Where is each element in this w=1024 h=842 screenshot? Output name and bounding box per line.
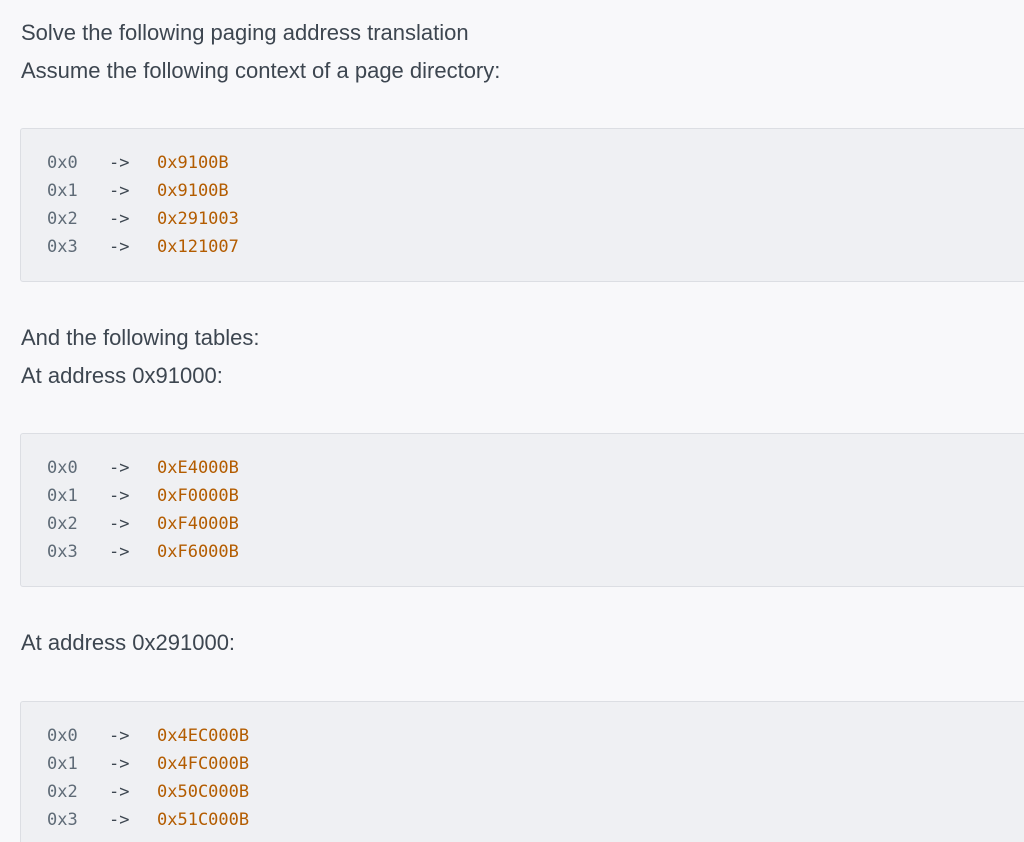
entry-index: 0x3 (47, 810, 78, 830)
entry-value: 0x4EC000B (157, 726, 250, 746)
entry-index: 0x3 (47, 237, 78, 257)
table1-code-block: 0x0 -> 0xE4000B 0x1 -> 0xF0000B 0x2 -> 0… (20, 433, 1024, 587)
entry-index: 0x0 (47, 458, 78, 478)
entry-arrow: -> (109, 486, 130, 506)
entry-index: 0x0 (47, 726, 78, 746)
entry-arrow: -> (109, 181, 130, 201)
table1-heading: At address 0x91000: (21, 363, 223, 388)
entry-arrow: -> (109, 237, 130, 257)
entry-arrow: -> (109, 514, 130, 534)
entry-arrow: -> (109, 810, 130, 830)
entry-index: 0x1 (47, 486, 78, 506)
entry-index: 0x3 (47, 542, 78, 562)
page-directory-code-block: 0x0 -> 0x9100B 0x1 -> 0x9100B 0x2 -> 0x2… (20, 128, 1024, 282)
entry-value: 0x9100B (157, 181, 229, 201)
entry-arrow: -> (109, 209, 130, 229)
entry-arrow: -> (109, 542, 130, 562)
intro-line-1: Solve the following paging address trans… (21, 20, 469, 45)
entry-index: 0x2 (47, 782, 78, 802)
entry-arrow: -> (109, 726, 130, 746)
entry-arrow: -> (109, 458, 130, 478)
entry-value: 0x121007 (157, 237, 239, 257)
entry-index: 0x0 (47, 153, 78, 173)
entry-index: 0x1 (47, 181, 78, 201)
entry-value: 0xE4000B (157, 458, 239, 478)
entry-arrow: -> (109, 782, 130, 802)
intro-line-2: Assume the following context of a page d… (21, 58, 501, 83)
entry-arrow: -> (109, 153, 130, 173)
entry-index: 0x2 (47, 209, 78, 229)
entry-value: 0x4FC000B (157, 754, 250, 774)
entry-value: 0x9100B (157, 153, 229, 173)
entry-value: 0xF4000B (157, 514, 239, 534)
table2-heading: At address 0x291000: (21, 630, 236, 655)
table2-code-block: 0x0 -> 0x4EC000B 0x1 -> 0x4FC000B 0x2 ->… (20, 701, 1024, 842)
entry-index: 0x1 (47, 754, 78, 774)
entry-value: 0x291003 (157, 209, 239, 229)
entry-value: 0x51C000B (157, 810, 250, 830)
entry-arrow: -> (109, 754, 130, 774)
tables-intro: And the following tables: (21, 325, 260, 350)
entry-value: 0x50C000B (157, 782, 250, 802)
entry-value: 0xF0000B (157, 486, 239, 506)
entry-value: 0xF6000B (157, 542, 239, 562)
entry-index: 0x2 (47, 514, 78, 534)
